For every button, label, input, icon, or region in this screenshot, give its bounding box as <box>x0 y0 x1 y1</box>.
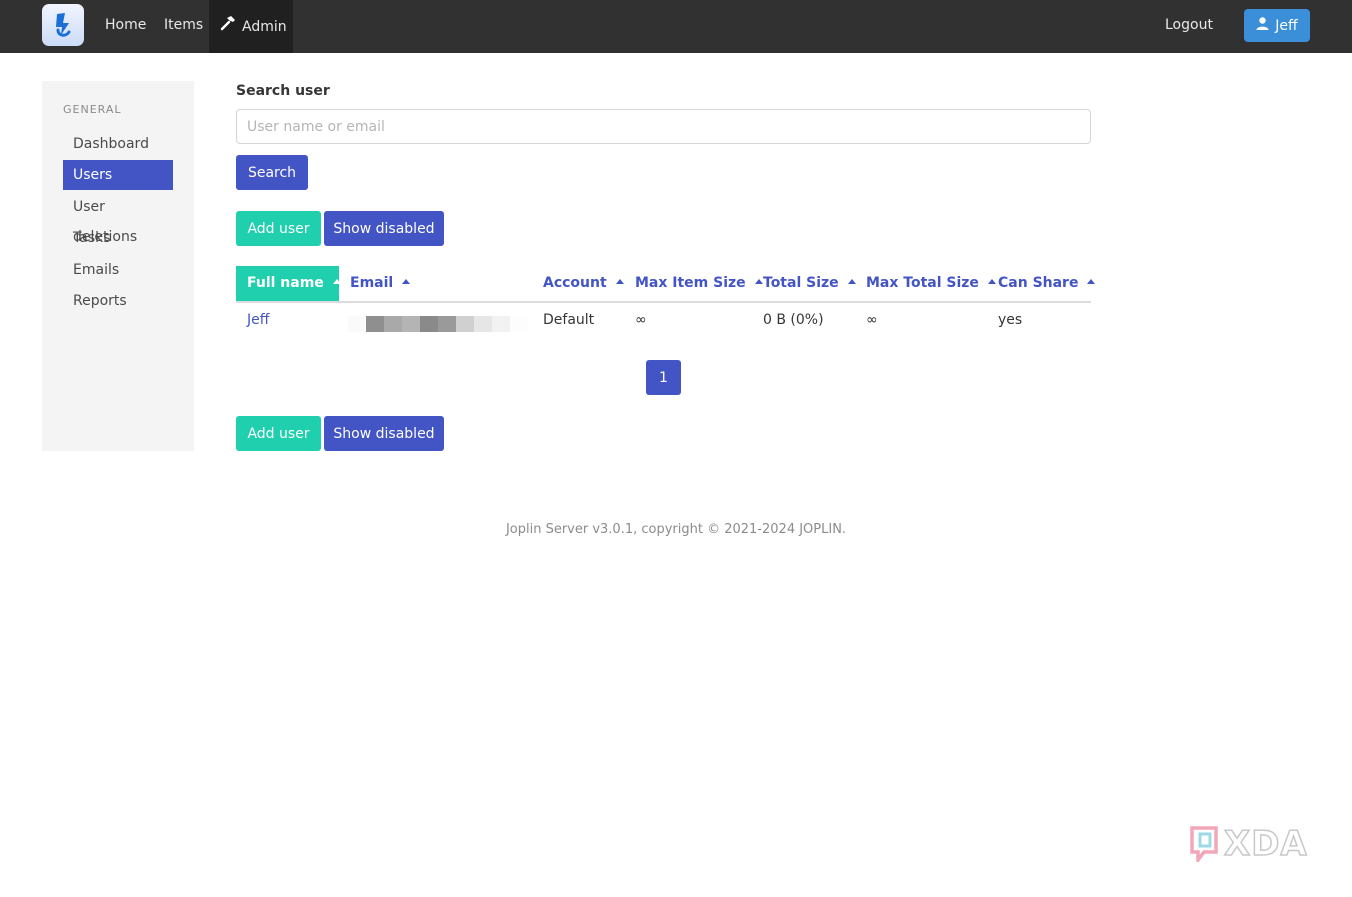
column-label: Account <box>543 275 607 291</box>
sidebar-item-users[interactable]: Users <box>63 160 173 190</box>
watermark-text: XDA <box>1223 823 1308 865</box>
column-label: Total Size <box>763 275 839 291</box>
total-size-cell: 0 B (0%) <box>763 312 824 328</box>
user-name-link[interactable]: Jeff <box>247 312 269 328</box>
pagination-page-1[interactable]: 1 <box>646 360 681 395</box>
column-label: Can Share <box>998 275 1079 291</box>
sidebar-item-reports[interactable]: Reports <box>63 286 173 316</box>
column-label: Max Item Size <box>635 275 746 291</box>
column-header-email[interactable]: Email <box>339 266 532 301</box>
max-item-size-cell: ∞ <box>635 312 647 328</box>
sort-arrow-icon <box>615 278 624 284</box>
top-navbar: Home Items Admin Logout Jeff <box>0 0 1352 53</box>
user-account-cell: Default <box>543 312 595 328</box>
add-user-button-bottom[interactable]: Add user <box>236 416 321 451</box>
column-header-account[interactable]: Account <box>532 266 624 301</box>
max-total-size-cell: ∞ <box>866 312 878 328</box>
hammer-icon <box>220 2 236 52</box>
search-input[interactable] <box>236 109 1091 144</box>
nav-items-link[interactable]: Items <box>155 0 212 53</box>
xda-watermark: XDA <box>1188 822 1308 866</box>
column-label: Full name <box>247 275 324 291</box>
table-header-divider <box>236 301 1091 303</box>
column-label: Max Total Size <box>866 275 979 291</box>
nav-admin-link[interactable]: Admin <box>209 0 293 53</box>
column-header-full-name[interactable]: Full name <box>236 266 341 301</box>
column-header-max-item-size[interactable]: Max Item Size <box>624 266 763 301</box>
add-user-button-top[interactable]: Add user <box>236 211 321 246</box>
footer-copyright: Joplin Server v3.0.1, copyright © 2021-2… <box>505 522 847 537</box>
column-header-max-total-size[interactable]: Max Total Size <box>855 266 996 301</box>
sort-arrow-icon <box>402 278 411 284</box>
user-icon <box>1256 17 1269 34</box>
user-name: Jeff <box>1275 17 1298 34</box>
nav-home-link[interactable]: Home <box>96 0 155 53</box>
search-user-label: Search user <box>236 83 330 99</box>
can-share-cell: yes <box>998 312 1023 328</box>
sidebar-item-dashboard[interactable]: Dashboard <box>63 129 173 159</box>
column-header-can-share[interactable]: Can Share <box>987 266 1096 301</box>
search-button[interactable]: Search <box>236 155 308 190</box>
user-account-button[interactable]: Jeff <box>1244 9 1310 42</box>
sort-arrow-icon <box>1087 278 1096 284</box>
joplin-logo-icon[interactable] <box>42 4 84 46</box>
sidebar-item-user-deletions[interactable]: User deletions <box>63 192 173 245</box>
show-disabled-button-top[interactable]: Show disabled <box>324 211 444 246</box>
redacted-email <box>348 316 528 332</box>
nav-admin-label: Admin <box>242 18 287 35</box>
admin-sidebar: GENERAL Dashboard Users User deletions T… <box>42 81 194 451</box>
sidebar-heading: GENERAL <box>63 103 122 116</box>
logout-link[interactable]: Logout <box>1156 0 1222 53</box>
xda-logo-icon <box>1188 822 1222 866</box>
sidebar-item-emails[interactable]: Emails <box>63 255 173 285</box>
column-label: Email <box>350 275 394 291</box>
show-disabled-button-bottom[interactable]: Show disabled <box>324 416 444 451</box>
column-header-total-size[interactable]: Total Size <box>752 266 856 301</box>
sidebar-item-tasks[interactable]: Tasks <box>63 223 173 253</box>
